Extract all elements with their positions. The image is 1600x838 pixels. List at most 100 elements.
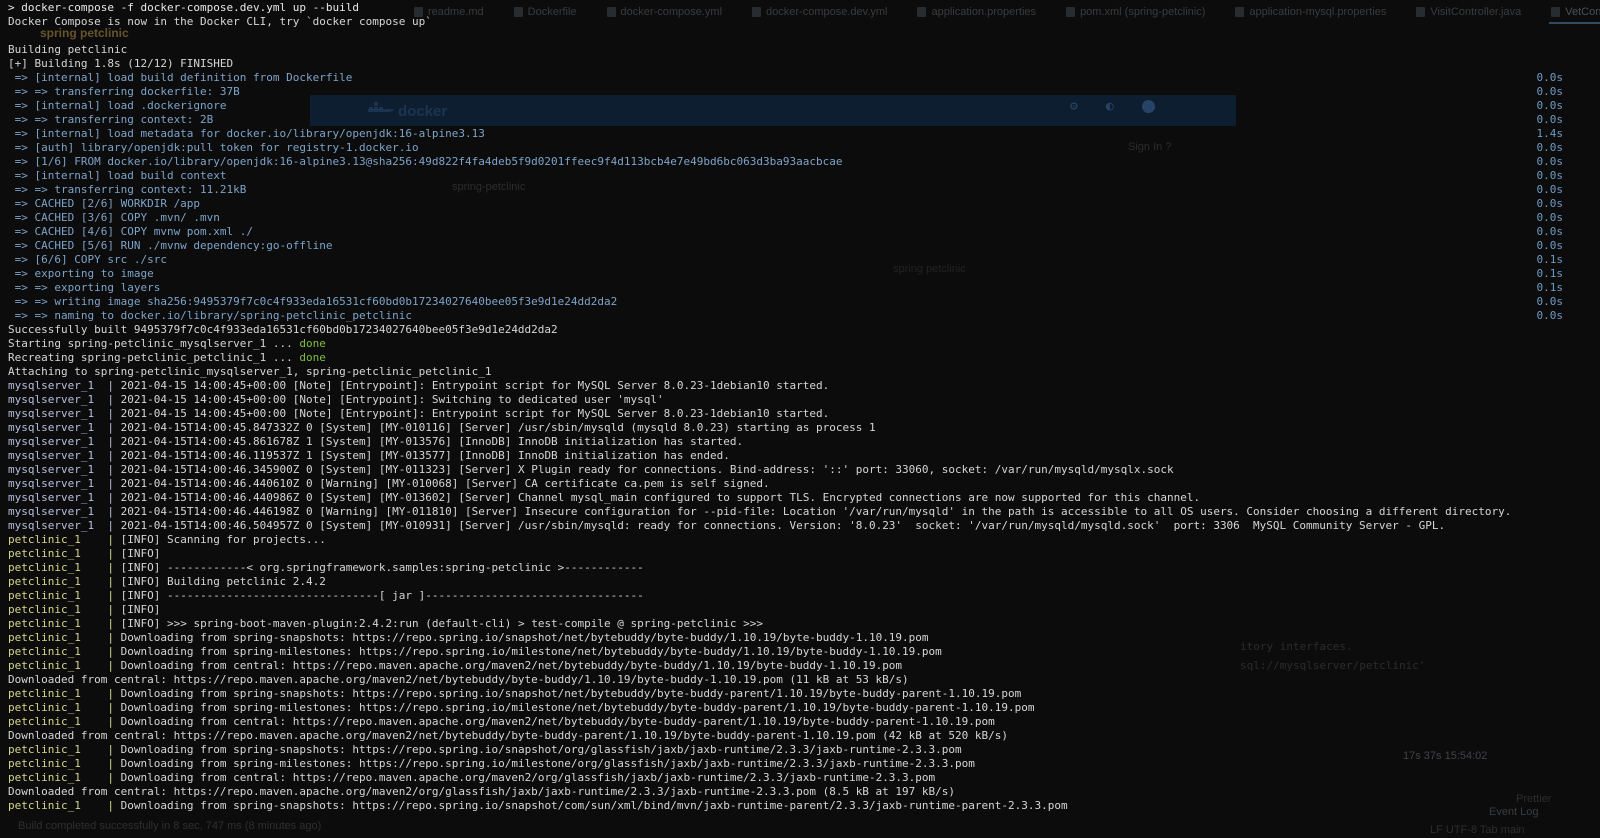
terminal-line: => [internal] load build context 0.0s [8, 169, 1600, 183]
terminal-line: mysqlserver_1 | 2021-04-15 14:00:45+00:0… [8, 407, 1600, 421]
terminal-line: petclinic_1 | Downloading from spring-mi… [8, 701, 1600, 715]
log-text: 2021-04-15 14:00:45+00:00 [Note] [Entryp… [121, 407, 830, 420]
service-name: petclinic_1 | [8, 617, 121, 630]
terminal-line: Docker Compose is now in the Docker CLI,… [8, 15, 1600, 29]
build-step-duration: 0.0s [1537, 85, 1564, 99]
build-step-text: => [internal] load build context [8, 169, 227, 182]
log-text: Downloading from spring-snapshots: https… [121, 687, 1022, 700]
terminal-line: petclinic_1 | Downloading from central: … [8, 659, 1600, 673]
build-step-text: => CACHED [4/6] COPY mvnw pom.xml ./ [8, 225, 253, 238]
log-text: [+] Building 1.8s (12/12) FINISHED [8, 57, 233, 70]
terminal-window[interactable]: > docker-compose -f docker-compose.dev.y… [0, 0, 1600, 838]
service-name: mysqlserver_1 | [8, 519, 121, 532]
service-name: mysqlserver_1 | [8, 463, 121, 476]
service-name: mysqlserver_1 | [8, 407, 121, 420]
log-text: Downloading from central: https://repo.m… [121, 715, 995, 728]
log-text: Downloading from spring-milestones: http… [121, 757, 975, 770]
terminal-line: Downloaded from central: https://repo.ma… [8, 673, 1600, 687]
log-text: 2021-04-15T14:00:45.861678Z 1 [System] [… [121, 435, 744, 448]
service-name: petclinic_1 | [8, 547, 121, 560]
terminal-line: mysqlserver_1 | 2021-04-15T14:00:46.4461… [8, 505, 1600, 519]
build-step-text: => CACHED [2/6] WORKDIR /app [8, 197, 200, 210]
log-text: Downloading from spring-milestones: http… [121, 645, 942, 658]
log-text: Downloading from spring-snapshots: https… [121, 799, 1068, 812]
service-name: petclinic_1 | [8, 533, 121, 546]
log-text: [INFO] ------------< org.springframework… [121, 561, 644, 574]
log-text: Building petclinic [8, 43, 127, 56]
log-text: 2021-04-15T14:00:46.119537Z 1 [System] [… [121, 449, 730, 462]
terminal-line: petclinic_1 | Downloading from spring-sn… [8, 799, 1600, 813]
terminal-line: => => transferring context: 2B0.0s [8, 113, 1600, 127]
terminal-line: petclinic_1 | [INFO] ------------< org.s… [8, 561, 1600, 575]
log-text: 2021-04-15T14:00:45.847332Z 0 [System] [… [121, 421, 876, 434]
terminal-line: petclinic_1 | [INFO] Building petclinic … [8, 575, 1600, 589]
terminal-line: => => transferring context: 11.21kB0.0s [8, 183, 1600, 197]
terminal-line: => exporting to image0.1s [8, 267, 1600, 281]
terminal-line: => [internal] load build definition from… [8, 71, 1600, 85]
service-name: petclinic_1 | [8, 631, 121, 644]
terminal-line: petclinic_1 | Downloading from spring-sn… [8, 687, 1600, 701]
log-text: [INFO] [121, 603, 161, 616]
terminal-line: => CACHED [5/6] RUN ./mvnw dependency:go… [8, 239, 1600, 253]
done-badge: done [299, 351, 326, 364]
build-step-duration: 0.0s [1537, 211, 1564, 225]
build-step-duration: 0.1s [1537, 281, 1564, 295]
terminal-line: mysqlserver_1 | 2021-04-15T14:00:46.4409… [8, 491, 1600, 505]
service-name: mysqlserver_1 | [8, 393, 121, 406]
build-step-text: => [internal] load build definition from… [8, 71, 352, 84]
service-name: petclinic_1 | [8, 799, 121, 812]
command-text: > docker-compose -f docker-compose.dev.y… [8, 1, 359, 14]
build-step-text: => CACHED [5/6] RUN ./mvnw dependency:go… [8, 239, 333, 252]
service-name: mysqlserver_1 | [8, 505, 121, 518]
terminal-line: mysqlserver_1 | 2021-04-15T14:00:45.8473… [8, 421, 1600, 435]
build-step-text: => exporting to image [8, 267, 154, 280]
terminal-line: petclinic_1 | [INFO] [8, 547, 1600, 561]
log-text: Downloading from central: https://repo.m… [121, 659, 902, 672]
terminal-line: => => transferring dockerfile: 37B0.0s [8, 85, 1600, 99]
terminal-line: => [1/6] FROM docker.io/library/openjdk:… [8, 155, 1600, 169]
terminal-line: petclinic_1 | [INFO] [8, 603, 1600, 617]
done-badge: done [299, 337, 326, 350]
service-name: mysqlserver_1 | [8, 435, 121, 448]
service-name: petclinic_1 | [8, 603, 121, 616]
service-name: mysqlserver_1 | [8, 449, 121, 462]
log-text: 2021-04-15 14:00:45+00:00 [Note] [Entryp… [121, 379, 830, 392]
log-text: Recreating spring-petclinic_petclinic_1 … [8, 351, 299, 364]
terminal-line: petclinic_1 | [INFO] >>> spring-boot-mav… [8, 617, 1600, 631]
log-text: Attaching to spring-petclinic_mysqlserve… [8, 365, 491, 378]
log-text: 2021-04-15T14:00:46.440610Z 0 [Warning] … [121, 477, 770, 490]
terminal-line: petclinic_1 | [INFO] Scanning for projec… [8, 533, 1600, 547]
build-step-duration: 0.0s [1537, 295, 1564, 309]
terminal-line: petclinic_1 | Downloading from central: … [8, 715, 1600, 729]
build-step-text: => => writing image sha256:9495379f7c0c4… [8, 295, 617, 308]
log-text: [INFO] [121, 547, 161, 560]
build-step-duration: 0.0s [1537, 225, 1564, 239]
log-text: [INFO] --------------------------------[… [121, 589, 644, 602]
log-text: [INFO] Building petclinic 2.4.2 [121, 575, 326, 588]
build-step-duration: 0.0s [1537, 141, 1564, 155]
terminal-line: petclinic_1 | Downloading from spring-sn… [8, 743, 1600, 757]
service-name: petclinic_1 | [8, 701, 121, 714]
build-step-text: => [1/6] FROM docker.io/library/openjdk:… [8, 155, 842, 168]
terminal-line: => [internal] load metadata for docker.i… [8, 127, 1600, 141]
build-step-text: => [6/6] COPY src ./src [8, 253, 167, 266]
service-name: petclinic_1 | [8, 715, 121, 728]
terminal-line: => [internal] load .dockerignore0.0s [8, 99, 1600, 113]
build-step-text: => => transferring context: 2B [8, 113, 213, 126]
terminal-line: Downloaded from central: https://repo.ma… [8, 729, 1600, 743]
log-text: 2021-04-15T14:00:46.504957Z 0 [System] [… [121, 519, 1446, 532]
terminal-line: Building petclinic [8, 43, 1600, 57]
log-text: 2021-04-15T14:00:46.440986Z 0 [System] [… [121, 491, 1200, 504]
terminal-line: => [6/6] COPY src ./src0.1s [8, 253, 1600, 267]
terminal-line: Successfully built 9495379f7c0c4f933eda1… [8, 323, 1600, 337]
service-name: petclinic_1 | [8, 589, 121, 602]
terminal-line: => CACHED [2/6] WORKDIR /app0.0s [8, 197, 1600, 211]
terminal-line: Downloaded from central: https://repo.ma… [8, 785, 1600, 799]
terminal-line: mysqlserver_1 | 2021-04-15T14:00:46.3459… [8, 463, 1600, 477]
build-step-duration: 0.0s [1537, 169, 1564, 183]
terminal-line: mysqlserver_1 | 2021-04-15T14:00:46.4406… [8, 477, 1600, 491]
terminal-line: petclinic_1 | Downloading from spring-sn… [8, 631, 1600, 645]
terminal-line: => => exporting layers0.1s [8, 281, 1600, 295]
service-name: mysqlserver_1 | [8, 379, 121, 392]
log-text: 2021-04-15T14:00:46.446198Z 0 [Warning] … [121, 505, 1512, 518]
